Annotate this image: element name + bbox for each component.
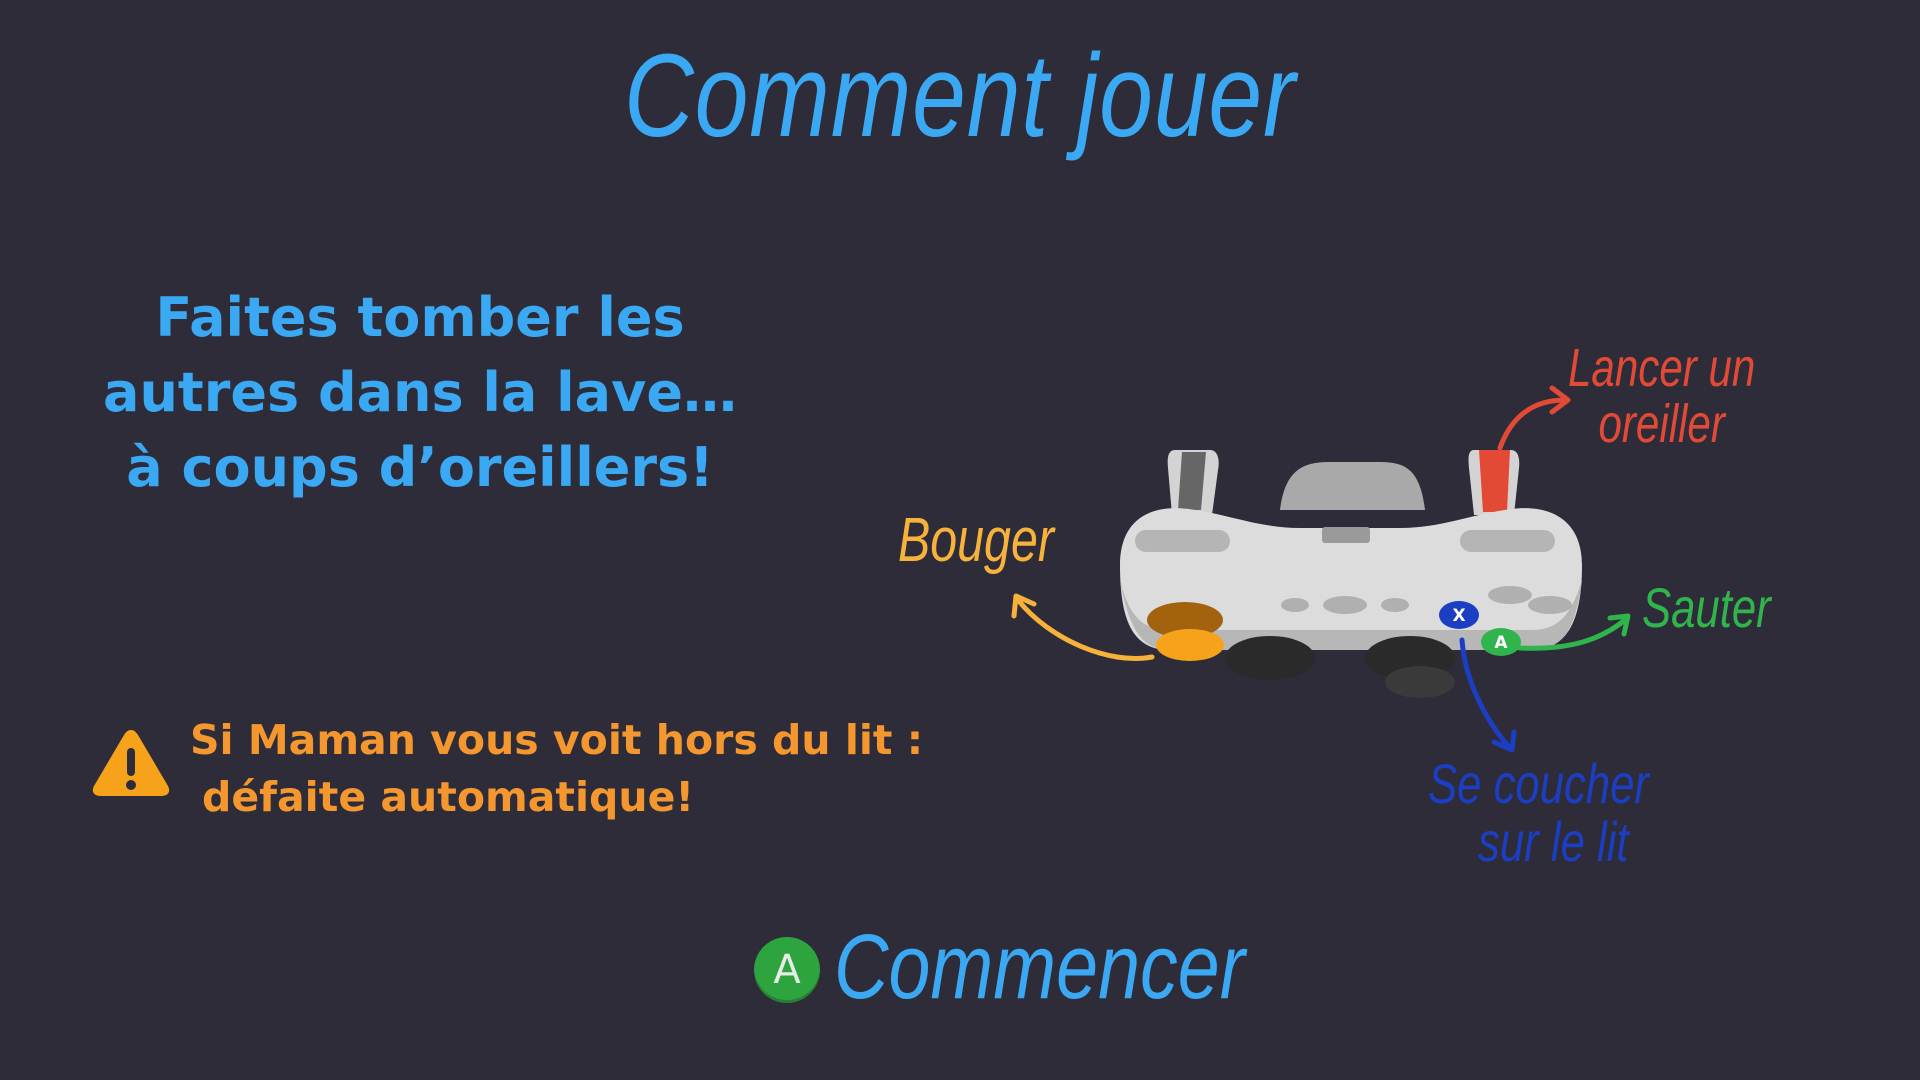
gamepad-illustration: X A [1120,450,1582,698]
a-button-icon[interactable]: A [754,937,820,1003]
warning-line-2: défaite automatique! [202,773,695,821]
control-label-lie-down: Se coucher sur le lit [1428,755,1649,871]
control-label-jump: Sauter [1642,576,1771,639]
start-label[interactable]: Commencer [834,915,1245,1020]
warning-text: Si Maman vous voit hors du lit : défaite… [190,712,923,826]
intro-line-2: autres dans la lave… [103,361,737,424]
lie-line-2: sur le lit [1478,810,1629,873]
intro-text: Faites tomber les autres dans la lave… à… [60,280,780,505]
jump-arrowhead [1607,613,1631,637]
warning-line-1: Si Maman vous voit hors du lit : [190,716,924,764]
intro-line-1: Faites tomber les [155,286,685,349]
control-label-move: Bouger [898,506,1054,575]
x-button-label: X [1452,606,1465,626]
a-button-label: A [1494,633,1508,653]
throw-line-2: oreiller [1598,394,1725,454]
start-prompt[interactable]: A Commencer [754,915,1274,1018]
page-title: Comment jouer [623,30,1297,162]
lie-line-1: Se coucher [1428,752,1649,815]
warning-triangle-icon [92,730,170,796]
move-arrowhead [1011,593,1037,619]
throw-line-1: Lancer un [1568,338,1756,398]
throw-arrowhead [1549,385,1571,415]
intro-line-3: à coups d’oreillers! [126,436,714,499]
control-label-throw: Lancer un oreiller [1568,340,1755,452]
lie-arrowhead [1491,729,1517,753]
warning-notice: Si Maman vous voit hors du lit : défaite… [90,712,930,832]
